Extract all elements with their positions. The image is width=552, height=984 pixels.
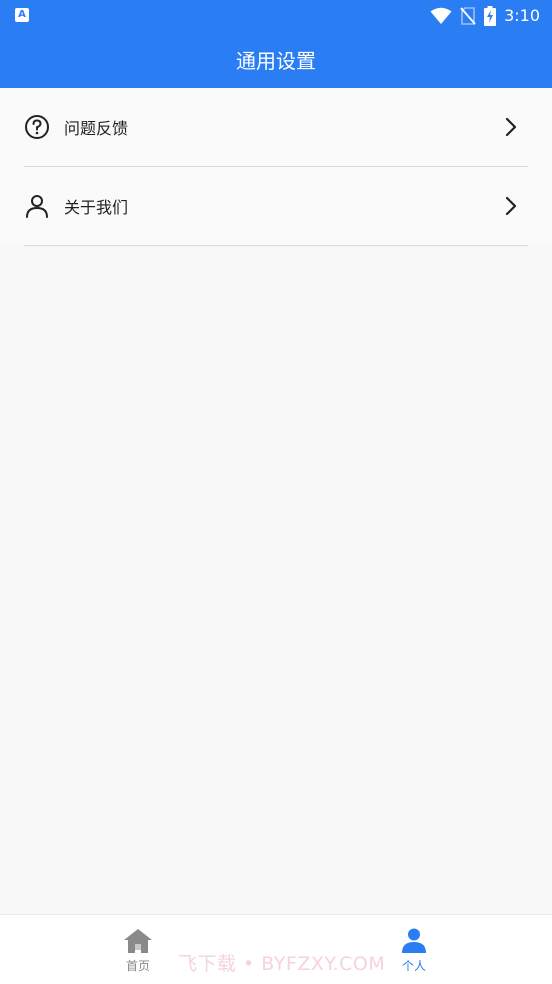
settings-item-about[interactable]: 关于我们 bbox=[24, 167, 528, 246]
settings-item-label: 问题反馈 bbox=[64, 119, 129, 138]
settings-item-feedback[interactable]: 问题反馈 bbox=[24, 88, 528, 167]
status-time: 3:10 bbox=[504, 6, 540, 25]
help-circle-icon bbox=[24, 114, 50, 140]
person-icon bbox=[402, 928, 426, 953]
status-icons: 3:10 bbox=[430, 6, 540, 26]
tab-label: 个人 bbox=[401, 959, 426, 973]
settings-item-label: 关于我们 bbox=[64, 198, 129, 217]
settings-list: 问题反馈 关于我们 bbox=[0, 88, 552, 246]
battery-charging-icon bbox=[484, 6, 497, 26]
app-notification-icon: A bbox=[15, 8, 29, 22]
status-bar: A 3:10 bbox=[0, 0, 552, 31]
page-title: 通用设置 bbox=[236, 49, 316, 73]
no-sim-icon bbox=[460, 7, 476, 25]
tab-label: 首页 bbox=[125, 959, 150, 973]
chevron-right-icon bbox=[505, 117, 517, 137]
wifi-icon bbox=[430, 7, 452, 24]
watermark: 飞下载 • BYFZXY.COM bbox=[178, 953, 386, 975]
home-icon bbox=[124, 929, 152, 953]
chevron-right-icon bbox=[505, 196, 517, 216]
app-bar: 通用设置 bbox=[0, 31, 552, 88]
user-icon bbox=[24, 193, 50, 219]
